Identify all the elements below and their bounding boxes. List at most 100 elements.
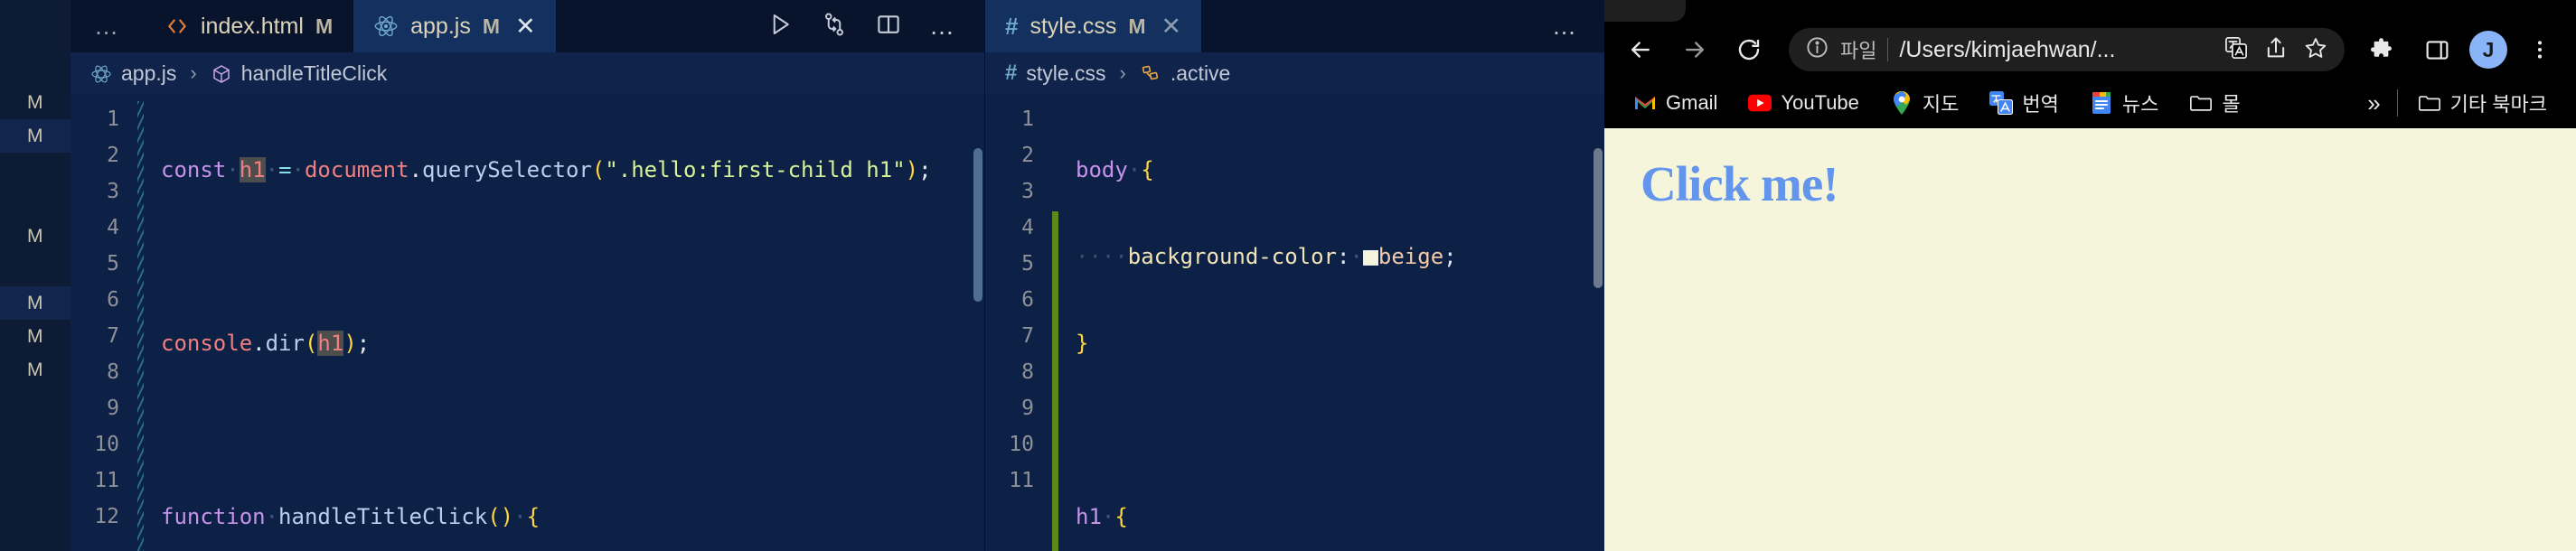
- breadcrumb-separator: ›: [1119, 61, 1126, 84]
- breadcrumb-file[interactable]: style.css: [1026, 61, 1105, 86]
- tab-index-html[interactable]: index.html M: [146, 0, 354, 52]
- code-editor-style-css[interactable]: 1 2 3 4 5 6 7 8 9 10 11 body·{ ····backg…: [985, 94, 1604, 551]
- gutter-mark: M: [27, 92, 43, 113]
- line-number: 7: [1021, 324, 1034, 348]
- tab-style-css[interactable]: # style.css M ✕: [985, 0, 1203, 52]
- line-number: 8: [1021, 360, 1034, 384]
- line-number: 1: [107, 107, 119, 131]
- line-number: 5: [107, 252, 119, 276]
- puzzle-icon[interactable]: [2357, 26, 2404, 73]
- run-icon[interactable]: [766, 11, 794, 42]
- tab-overflow-dots[interactable]: …: [71, 0, 146, 52]
- symbol-ruler-icon: [1140, 61, 1161, 86]
- diff-rail-right: [1050, 94, 1059, 551]
- code-line[interactable]: h1·{: [1076, 499, 1604, 535]
- forward-arrow-icon[interactable]: [1671, 26, 1718, 73]
- breadcrumb-file[interactable]: app.js: [121, 61, 176, 86]
- share-icon[interactable]: [2263, 35, 2289, 65]
- gutter-mark: M: [0, 52, 71, 86]
- close-icon[interactable]: ✕: [1158, 14, 1182, 39]
- code-line[interactable]: ····background-color:· beige;: [1076, 238, 1604, 275]
- scm-gutter-strip: M M M M M M M M M M: [0, 0, 71, 551]
- code-line[interactable]: [161, 238, 984, 275]
- back-arrow-icon[interactable]: [1617, 26, 1664, 73]
- code-line[interactable]: [1076, 412, 1604, 448]
- editor-scrollbar-right[interactable]: [1594, 148, 1603, 288]
- more-actions-icon[interactable]: …: [1527, 0, 1604, 52]
- bookmark-news[interactable]: 뉴스: [2079, 85, 2169, 121]
- line-number: 3: [107, 180, 119, 203]
- omnibox-divider: [1887, 38, 1889, 61]
- reload-icon[interactable]: [1725, 26, 1772, 73]
- tab-bar-left: … index.html M app.js M ✕ …: [71, 0, 984, 52]
- translate-icon[interactable]: [2223, 35, 2249, 65]
- star-icon[interactable]: [2303, 35, 2328, 65]
- code-line[interactable]: const·h1·=·document.querySelector(".hell…: [161, 152, 984, 188]
- tab-label: style.css: [1029, 13, 1117, 39]
- code-line[interactable]: [161, 412, 984, 448]
- bookmark-label: 몰: [2222, 93, 2241, 116]
- editor-scrollbar-left[interactable]: [973, 148, 982, 302]
- line-number: 3: [1021, 180, 1034, 203]
- line-number: 1: [1021, 107, 1034, 131]
- page-heading[interactable]: Click me!: [1641, 155, 2540, 212]
- code-line[interactable]: }: [1076, 325, 1604, 361]
- omnibox-actions: [2223, 35, 2328, 65]
- gmail-icon: [1633, 91, 1657, 115]
- editor-actions-left: …: [739, 0, 984, 52]
- address-bar[interactable]: 파일 /Users/kimjaehwan/...: [1789, 28, 2345, 71]
- tab-modified-badge: M: [482, 14, 501, 38]
- css-hash-icon: #: [1005, 12, 1019, 40]
- symbol-method-icon: [211, 61, 232, 86]
- bookmark-folder-mall[interactable]: 몰: [2178, 85, 2251, 121]
- bookmark-youtube[interactable]: YouTube: [1737, 88, 1869, 118]
- breadcrumb-left: app.js › handleTitleClick: [71, 52, 984, 94]
- bookmarks-overflow-chevron[interactable]: »: [2367, 89, 2380, 117]
- tab-modified-badge: M: [315, 14, 334, 38]
- bookmark-gmail[interactable]: Gmail: [1622, 88, 1728, 118]
- gutter-mark: M: [0, 119, 71, 153]
- url-text[interactable]: /Users/kimjaehwan/...: [1899, 37, 2115, 63]
- tab-app-js[interactable]: app.js M ✕: [353, 0, 557, 52]
- code-line[interactable]: function·handleTitleClick()·{: [161, 499, 984, 535]
- gutter-mark: M: [0, 153, 71, 186]
- code-line[interactable]: console.dir(h1);: [161, 325, 984, 361]
- diff-rail-left: [136, 94, 145, 551]
- code-line[interactable]: body·{: [1076, 152, 1604, 188]
- bookmarks-divider: [2396, 89, 2398, 117]
- line-number-ruler-left: 1 2 3 4 5 6 7 8 9 10 11 12: [71, 94, 136, 551]
- bookmark-other-bookmarks[interactable]: 기타 북마크: [2414, 85, 2558, 121]
- tab-modified-badge: M: [1128, 14, 1146, 38]
- code-editor-app-js[interactable]: 1 2 3 4 5 6 7 8 9 10 11 12 const·h1·=·do…: [71, 94, 984, 551]
- bookmark-translate[interactable]: 번역: [1979, 85, 2069, 121]
- gutter-mark: M: [0, 186, 71, 219]
- line-number: 8: [107, 360, 119, 384]
- editor-group-left: … index.html M app.js M ✕ … app.js › han…: [71, 0, 985, 551]
- folder-icon: [2418, 91, 2441, 115]
- side-panel-icon[interactable]: [2413, 26, 2460, 73]
- tab-label: index.html: [201, 13, 304, 39]
- info-circle-icon[interactable]: [1805, 35, 1829, 64]
- breadcrumb-symbol[interactable]: .active: [1170, 61, 1230, 86]
- breadcrumb-symbol[interactable]: handleTitleClick: [241, 61, 388, 86]
- more-actions-icon[interactable]: …: [929, 14, 957, 39]
- screen: M M M M M M M M M M … index.html M: [0, 0, 2576, 551]
- color-swatch-beige[interactable]: [1362, 250, 1378, 266]
- code-lines-style-css[interactable]: body·{ ····background-color:· beige; } h1…: [1059, 94, 1604, 551]
- line-number: 11: [1009, 469, 1034, 492]
- profile-avatar[interactable]: J: [2469, 31, 2507, 69]
- line-number: 6: [107, 288, 119, 312]
- code-lines-app-js[interactable]: const·h1·=·document.querySelector(".hell…: [145, 94, 984, 551]
- youtube-icon: [1748, 91, 1772, 115]
- three-dot-menu-icon[interactable]: [2516, 26, 2563, 73]
- bookmark-label: 뉴스: [2121, 93, 2159, 116]
- line-number: 9: [107, 397, 119, 420]
- line-number: 10: [1009, 433, 1034, 456]
- bookmark-label: YouTube: [1781, 91, 1859, 114]
- line-number: 12: [94, 505, 119, 528]
- close-icon[interactable]: ✕: [512, 14, 536, 39]
- run-and-debug-icon[interactable]: [821, 11, 848, 42]
- split-editor-icon[interactable]: [875, 11, 902, 42]
- bookmark-maps[interactable]: 지도: [1879, 85, 1970, 121]
- folder-icon: [2189, 91, 2213, 115]
